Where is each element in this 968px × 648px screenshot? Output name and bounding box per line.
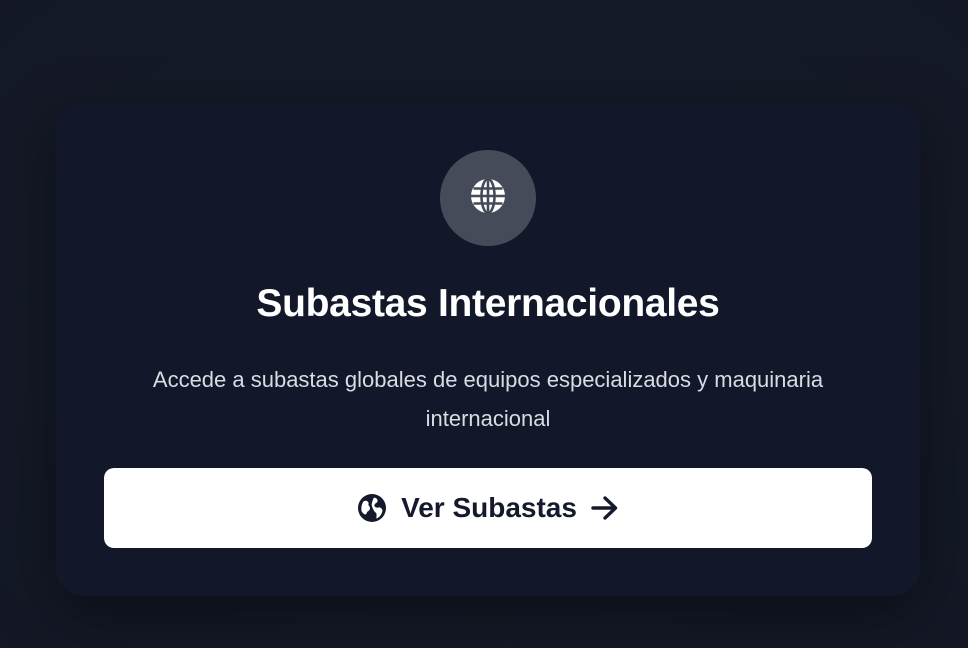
card-description: Accede a subastas globales de equipos es… [152,367,824,431]
page-background: Subastas Internacionales Accede a subast… [0,0,968,648]
view-auctions-label: Ver Subastas [401,492,577,523]
arrow-right-icon [591,495,619,521]
globe-icon-badge [440,150,536,246]
auction-card: Subastas Internacionales Accede a subast… [56,104,920,596]
view-auctions-button[interactable]: Ver Subastas [104,468,872,548]
earth-globe-icon [357,493,387,523]
globe-icon [469,177,507,220]
card-title: Subastas Internacionales [256,282,720,325]
